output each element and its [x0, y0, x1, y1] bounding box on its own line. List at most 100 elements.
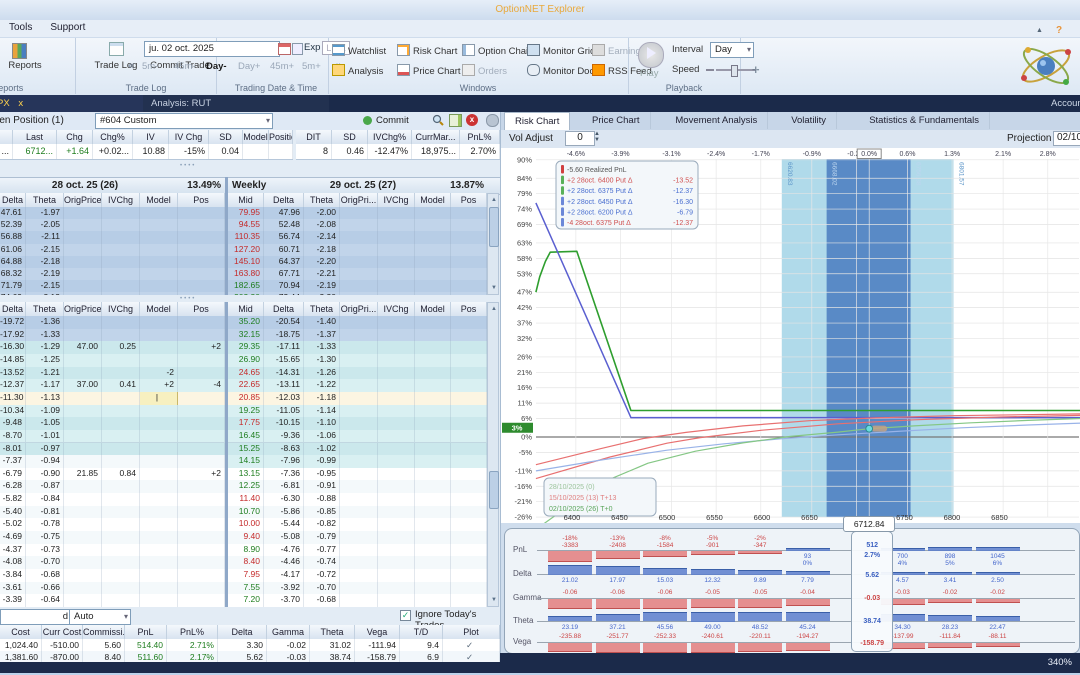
gear-icon[interactable] — [486, 114, 499, 127]
chain-row[interactable]: 29.35 -17.11 -1.33 — [228, 341, 487, 355]
column-header[interactable]: Theta — [26, 302, 64, 316]
chain-row[interactable]: 7.95 -4.17 -0.72 — [228, 569, 487, 583]
chain-row[interactable]: 7.55 -3.92 -0.70 — [228, 581, 487, 596]
chain-row[interactable]: -4.08 -0.70 — [0, 556, 225, 570]
chain-row[interactable]: -11.30 -1.13 | — [0, 391, 225, 406]
chain-row[interactable]: 24.65 -14.31 -1.26 — [228, 366, 487, 381]
close-position-icon[interactable]: x — [466, 114, 478, 126]
chain-row[interactable]: 10.70 -5.86 -0.85 — [228, 505, 487, 520]
column-header[interactable]: Last — [13, 130, 57, 144]
column-header[interactable]: Position — [269, 130, 293, 144]
collapse-ribbon-icon[interactable]: ▲ — [1036, 27, 1043, 34]
risk-tab-statistics-fundamentals[interactable]: Statistics & Fundamentals — [859, 112, 991, 129]
column-header[interactable]: DIT — [296, 130, 332, 144]
scroll-thumb[interactable] — [489, 207, 499, 247]
menu-support[interactable]: Support — [41, 20, 94, 35]
column-header[interactable]: OrigPri... — [340, 193, 378, 207]
lower-chain-scrollbar[interactable]: ▲ ▼ — [487, 302, 499, 607]
chain-row[interactable]: -16.30 -1.29 47.00 0.25 +2 — [0, 341, 225, 355]
risk-tab-movement-analysis[interactable]: Movement Analysis — [665, 112, 769, 129]
grid-row[interactable]: ... 6712... +1.64 +0.02... 10.88 -15% 0.04 — [0, 144, 293, 160]
chain-row[interactable]: 127.20 60.71 -2.18 — [228, 243, 487, 257]
column-header[interactable]: CurrMar... — [412, 130, 460, 144]
chain-row[interactable]: -17.92 -1.33 — [0, 328, 225, 343]
chain-row[interactable]: -4.69 -0.75 — [0, 531, 225, 545]
chain-row[interactable]: -3.84 -0.68 — [0, 569, 225, 583]
column-header[interactable]: SD — [332, 130, 368, 144]
column-header[interactable]: IVChg — [378, 302, 415, 316]
column-header[interactable]: Curr Cost — [42, 625, 83, 639]
scroll-up-icon[interactable]: ▲ — [489, 304, 499, 314]
risk-tab-risk-chart[interactable]: Risk Chart — [504, 112, 571, 130]
strategy-select[interactable]: #604 Custom ▾ — [95, 113, 273, 129]
column-header[interactable]: OrigPri... — [340, 302, 378, 316]
chain-row[interactable]: -13.52 -1.21 -2 — [0, 366, 225, 381]
column-header[interactable]: PnL% — [167, 625, 218, 639]
chain-row[interactable]: 71.79 -2.15 — [0, 280, 225, 294]
speed-slider-thumb[interactable] — [731, 65, 738, 77]
chain-row[interactable]: 182.65 70.94 -2.19 — [228, 280, 487, 294]
column-header[interactable]: PnL% — [460, 130, 500, 144]
chain-row[interactable]: 61.06 -2.15 — [0, 243, 225, 257]
projection-date-field[interactable]: 02/10/2025 — [1053, 131, 1080, 146]
column-header[interactable]: SD — [209, 130, 243, 144]
interval-select[interactable]: Day ▾ — [710, 42, 754, 58]
chain-row[interactable]: 52.39 -2.05 — [0, 219, 225, 233]
chain-row[interactable]: 94.55 52.48 -2.08 — [228, 219, 487, 233]
time-step-Dayminus[interactable]: Day- — [206, 61, 227, 72]
column-header[interactable]: IVChg — [378, 193, 415, 207]
column-header[interactable] — [0, 130, 13, 144]
chain-row[interactable]: -6.28 -0.87 — [0, 480, 225, 495]
chain-row[interactable]: -4.37 -0.73 — [0, 543, 225, 558]
column-header[interactable]: Cost — [0, 625, 42, 639]
chain-row[interactable]: 9.40 -5.08 -0.79 — [228, 531, 487, 545]
chain-row[interactable]: -7.37 -0.94 — [0, 455, 225, 469]
chain-row[interactable]: 14.15 -7.96 -0.99 — [228, 455, 487, 469]
column-header[interactable]: Model — [140, 193, 178, 207]
column-header[interactable]: Commissi... — [83, 625, 125, 639]
chain-row[interactable]: 22.65 -13.11 -1.22 — [228, 379, 487, 393]
chain-row[interactable]: 145.10 64.37 -2.20 — [228, 255, 487, 269]
column-header[interactable]: Plot — [443, 625, 500, 639]
scroll-down-icon[interactable]: ▼ — [489, 283, 499, 293]
column-header[interactable]: Pos — [178, 302, 225, 316]
column-header[interactable]: T/D — [400, 625, 443, 639]
column-header[interactable]: Theta — [304, 193, 340, 207]
chain-row[interactable]: 7.20 -3.70 -0.68 — [228, 594, 487, 607]
chain-row[interactable]: -8.01 -0.97 — [0, 442, 225, 457]
column-header[interactable]: Theta — [310, 625, 355, 639]
chain-row[interactable]: 15.25 -8.63 -1.02 — [228, 442, 487, 457]
column-header[interactable]: Vega — [355, 625, 400, 639]
time-step-45mminus[interactable]: 45m- — [174, 61, 196, 72]
column-header[interactable]: Theta — [304, 302, 340, 316]
time-step-5mplus[interactable]: 5m+ — [302, 61, 321, 72]
chain-row[interactable]: 64.88 -2.18 — [0, 255, 225, 269]
column-header[interactable]: Model — [415, 302, 451, 316]
grid-row[interactable]: 8 0.46 -12.47% 18,975... 2.70% — [296, 144, 500, 160]
column-header[interactable]: PnL — [125, 625, 167, 639]
column-header[interactable]: Mid — [228, 193, 264, 207]
column-header[interactable]: Delta — [264, 302, 304, 316]
chain-row[interactable]: -10.34 -1.09 — [0, 404, 225, 419]
column-header[interactable]: Mid — [228, 302, 264, 316]
tab-analysis-rut[interactable]: Analysis: RUT — [143, 95, 329, 112]
chain-row[interactable]: -12.37 -1.17 37.00 0.41 +2 -4 — [0, 379, 225, 393]
spinner-arrows-icon[interactable]: ▲ ▼ — [594, 131, 600, 143]
column-header[interactable]: Delta — [0, 193, 26, 207]
column-header[interactable]: Chg — [57, 130, 93, 144]
splitter-grip[interactable]: •••• — [180, 163, 196, 169]
chain-row[interactable]: 8.40 -4.46 -0.74 — [228, 556, 487, 570]
chain-row[interactable]: -9.48 -1.05 — [0, 417, 225, 431]
step-back-icon[interactable]: « — [128, 60, 134, 72]
time-step-5mminus[interactable]: 5m- — [142, 61, 158, 72]
help-icon[interactable]: ? — [1056, 25, 1062, 36]
column-header[interactable]: Model — [415, 193, 451, 207]
chain-row[interactable]: 19.25 -11.05 -1.14 — [228, 404, 487, 419]
column-header[interactable]: OrigPrice — [64, 302, 102, 316]
chain-row[interactable]: -5.82 -0.84 — [0, 493, 225, 507]
column-header[interactable]: Pos — [178, 193, 225, 207]
chain-row[interactable]: -5.02 -0.78 — [0, 518, 225, 533]
column-header[interactable]: OrigPrice — [64, 193, 102, 207]
export-icon[interactable] — [449, 114, 462, 127]
scroll-up-icon[interactable]: ▲ — [489, 195, 499, 205]
